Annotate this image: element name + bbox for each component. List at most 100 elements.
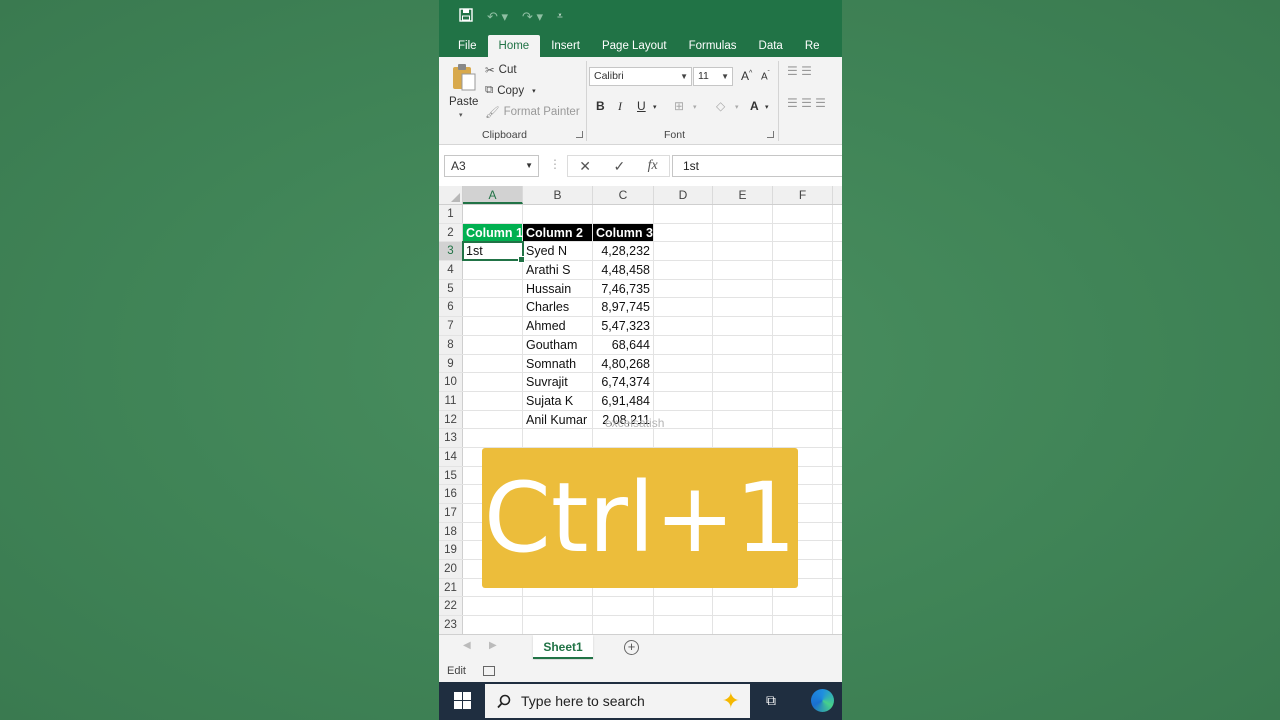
cell-d13[interactable] [654, 429, 713, 447]
cell-c6[interactable]: 8,97,745 [593, 298, 654, 317]
cell-d22[interactable] [654, 597, 713, 616]
font-size-select[interactable]: 11 ▼ [693, 67, 733, 86]
cell-c10[interactable]: 6,74,374 [593, 373, 654, 391]
cell-b22[interactable] [523, 597, 593, 616]
font-family-select[interactable]: Calibri ▼ [589, 67, 692, 86]
fill-color-icon[interactable]: ◇ [716, 99, 725, 113]
cell-f1[interactable] [773, 205, 833, 223]
cell-a7[interactable] [463, 317, 523, 335]
column-header-a[interactable]: A [463, 186, 523, 204]
cell-a4[interactable] [463, 261, 523, 279]
row-header[interactable]: 6 [439, 298, 463, 317]
font-color-dropdown-icon[interactable]: ▾ [765, 103, 769, 111]
cell-e7[interactable] [713, 317, 773, 335]
cell-f3[interactable] [773, 242, 833, 261]
tab-home[interactable]: Home [487, 35, 541, 57]
row-header[interactable]: 23 [439, 616, 463, 634]
cell-b12[interactable]: Anil Kumar [523, 410, 593, 429]
cell-c23[interactable] [593, 616, 654, 634]
cell-c13[interactable] [593, 429, 654, 447]
cell-d9[interactable] [654, 354, 713, 373]
cell-c7[interactable]: 5,47,323 [593, 317, 654, 335]
row-header[interactable]: 8 [439, 335, 463, 354]
cell-a3[interactable]: 1st [462, 241, 525, 263]
cell-b9[interactable]: Somnath [523, 354, 593, 373]
cell-a5[interactable] [463, 279, 523, 298]
cell-b5[interactable]: Hussain [523, 279, 593, 298]
cell-c3[interactable]: 4,28,232 [593, 242, 654, 261]
cell-f6[interactable] [773, 298, 833, 317]
insert-function-icon[interactable]: fx [648, 158, 658, 174]
format-painter-button[interactable]: 🖌 Format Painter [485, 105, 580, 119]
row-header[interactable]: 15 [439, 466, 463, 485]
tab-re[interactable]: Re [794, 35, 831, 57]
cell-d23[interactable] [654, 616, 713, 634]
prev-sheet-icon[interactable]: ◀ [463, 640, 471, 651]
row-header[interactable]: 3 [439, 242, 463, 261]
cell-f7[interactable] [773, 317, 833, 335]
alignment-top-icons[interactable]: ☰ ☰ [787, 65, 842, 77]
tab-formulas[interactable]: Formulas [678, 35, 748, 57]
cell-c2[interactable]: Column 3 [593, 223, 654, 242]
cell-e9[interactable] [713, 354, 773, 373]
alignment-horizontal-icons[interactable]: ☰ ☰ ☰ [787, 97, 842, 109]
paste-button[interactable]: Paste [449, 96, 478, 108]
column-header-d[interactable]: D [654, 186, 713, 204]
cell-f5[interactable] [773, 279, 833, 298]
row-header[interactable]: 13 [439, 429, 463, 447]
cell-f11[interactable] [773, 391, 833, 410]
sheet-tab-sheet1[interactable]: Sheet1 [533, 635, 593, 659]
save-icon[interactable] [459, 8, 473, 25]
cell-b13[interactable] [523, 429, 593, 447]
row-header[interactable]: 16 [439, 485, 463, 503]
cell-e8[interactable] [713, 335, 773, 354]
italic-button[interactable]: I [618, 99, 622, 114]
cut-button[interactable]: ✂ Cut [485, 63, 517, 77]
cell-d10[interactable] [654, 373, 713, 391]
cell-a23[interactable] [463, 616, 523, 634]
cell-c11[interactable]: 6,91,484 [593, 391, 654, 410]
cell-b6[interactable]: Charles [523, 298, 593, 317]
row-header[interactable]: 17 [439, 504, 463, 522]
row-header[interactable]: 19 [439, 541, 463, 560]
cell-a12[interactable] [463, 410, 523, 429]
cell-a6[interactable] [463, 298, 523, 317]
grow-font-button[interactable]: A^ [741, 69, 752, 83]
task-view-icon[interactable]: ⧉ [766, 692, 784, 708]
cell-f2[interactable] [773, 223, 833, 242]
row-header[interactable]: 5 [439, 279, 463, 298]
cell-d1[interactable] [654, 205, 713, 223]
cell-e5[interactable] [713, 279, 773, 298]
clipboard-launcher-icon[interactable] [576, 131, 583, 138]
name-box[interactable]: A3 ▼ [444, 155, 539, 177]
cell-b11[interactable]: Sujata K [523, 391, 593, 410]
cell-b7[interactable]: Ahmed [523, 317, 593, 335]
edge-browser-icon[interactable] [811, 689, 834, 712]
formula-input[interactable]: 1st [672, 155, 842, 177]
row-header[interactable]: 21 [439, 578, 463, 597]
cell-f8[interactable] [773, 335, 833, 354]
taskbar-search-box[interactable]: Type here to search ✦ [485, 684, 750, 718]
row-header[interactable]: 7 [439, 317, 463, 335]
cell-e6[interactable] [713, 298, 773, 317]
cell-d7[interactable] [654, 317, 713, 335]
column-header-e[interactable]: E [713, 186, 773, 204]
cell-b2[interactable]: Column 2 [523, 223, 593, 242]
cell-f12[interactable] [773, 410, 833, 429]
borders-icon[interactable]: ⊞ [674, 99, 684, 113]
cell-f23[interactable] [773, 616, 833, 634]
next-sheet-icon[interactable]: ▶ [489, 640, 497, 651]
cell-f22[interactable] [773, 597, 833, 616]
cell-d3[interactable] [654, 242, 713, 261]
cell-d11[interactable] [654, 391, 713, 410]
cell-b23[interactable] [523, 616, 593, 634]
undo-icon[interactable]: ↶ ▾ [487, 9, 508, 25]
font-launcher-icon[interactable] [767, 131, 774, 138]
tab-data[interactable]: Data [748, 35, 794, 57]
cell-c22[interactable] [593, 597, 654, 616]
cell-d4[interactable] [654, 261, 713, 279]
cell-b8[interactable]: Goutham [523, 335, 593, 354]
cell-e4[interactable] [713, 261, 773, 279]
cell-b3[interactable]: Syed N [523, 242, 593, 261]
cell-e3[interactable] [713, 242, 773, 261]
